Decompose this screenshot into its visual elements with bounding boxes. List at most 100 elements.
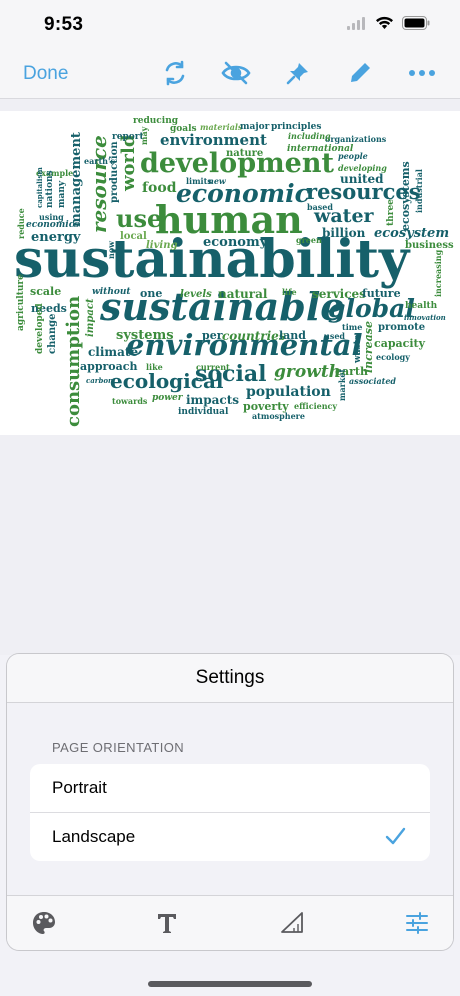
word: climate (88, 345, 139, 359)
word: use (116, 204, 163, 233)
word: major (240, 122, 270, 132)
sliders-icon[interactable] (402, 908, 432, 938)
word: new (208, 176, 226, 186)
word: ecosystems (399, 161, 412, 231)
word: approach (80, 360, 138, 373)
word: industrial (414, 169, 424, 213)
eye-slash-icon[interactable] (221, 58, 251, 88)
word: power (152, 393, 183, 403)
option-landscape[interactable]: Landscape (30, 812, 430, 861)
word: per (202, 329, 223, 342)
word: world (118, 134, 139, 191)
pen-icon[interactable] (345, 58, 375, 88)
word: services (312, 287, 366, 301)
more-icon[interactable] (407, 58, 437, 88)
word: based (307, 202, 333, 212)
top-toolbar: Done (0, 50, 460, 99)
option-label: Portrait (52, 778, 107, 797)
word: many (57, 180, 67, 208)
word: now (106, 240, 116, 259)
section-label: PAGE ORIENTATION (52, 740, 185, 755)
word-cloud[interactable]: sustainability sustainable environmental… (0, 111, 460, 435)
word: business (405, 240, 454, 251)
home-indicator[interactable] (148, 981, 312, 987)
word: atmosphere (252, 411, 305, 421)
word: change (47, 313, 58, 354)
option-label: Landscape (52, 827, 136, 846)
word: countries (222, 329, 286, 343)
word: waste (353, 334, 363, 363)
word: carbon (86, 376, 114, 385)
word: living (146, 240, 178, 251)
word: resource (87, 135, 111, 233)
word: individual (178, 407, 229, 417)
word: increase (362, 321, 375, 373)
word: innovation (404, 313, 446, 322)
sheet-header: Settings (7, 654, 453, 703)
word: time (342, 322, 363, 332)
word: life (282, 287, 297, 297)
word: nature (226, 148, 264, 159)
word: local (120, 231, 147, 242)
done-button[interactable]: Done (23, 63, 68, 85)
word: scale (30, 285, 62, 298)
word: natural (218, 287, 268, 301)
word: energy (31, 230, 81, 245)
word: three (386, 199, 396, 226)
word: reduce (16, 208, 26, 239)
signal-icon (347, 16, 365, 30)
sheet-title: Settings (195, 667, 265, 688)
word: without (92, 287, 131, 297)
word: one (140, 287, 163, 300)
word: levels (180, 289, 212, 300)
word: health (405, 301, 438, 311)
word: green (296, 235, 322, 245)
word: using (39, 212, 64, 222)
checkmark-icon (385, 827, 406, 845)
word: market (337, 368, 347, 401)
bottom-tab-bar (7, 895, 453, 950)
word: growth (274, 362, 342, 382)
text-icon[interactable] (152, 908, 182, 938)
orientation-options: Portrait Landscape (30, 764, 430, 861)
word: earth's (84, 156, 115, 166)
option-portrait[interactable]: Portrait (30, 764, 430, 812)
word: goals (170, 124, 197, 134)
status-time: 9:53 (44, 14, 84, 35)
word: management (69, 132, 84, 227)
refresh-icon[interactable] (160, 58, 190, 88)
word: systems (116, 328, 174, 343)
word: including (288, 131, 331, 141)
word: may (139, 126, 149, 145)
pin-icon[interactable] (283, 58, 313, 88)
word: impact (85, 298, 96, 337)
word: future (362, 287, 401, 300)
wifi-icon (376, 16, 393, 29)
word: impacts (186, 393, 240, 407)
word: increasing (433, 249, 443, 297)
word: agriculture (16, 274, 26, 331)
word: united (340, 172, 384, 186)
word: developed (35, 303, 45, 354)
word: nations (45, 170, 55, 208)
word: capacity (374, 337, 425, 350)
word: people (338, 151, 368, 161)
word: population (246, 384, 331, 400)
word: land (279, 329, 306, 342)
palette-icon[interactable] (29, 908, 59, 938)
word: current (196, 362, 230, 372)
word: organizations (325, 134, 387, 144)
word: billion (322, 226, 366, 240)
shape-icon[interactable] (277, 908, 307, 938)
word: ecology (376, 352, 410, 362)
word: economics (26, 220, 80, 230)
word: materials (200, 122, 243, 132)
word: reducing (133, 116, 179, 126)
word: used (324, 331, 346, 341)
settings-sheet: Settings PAGE ORIENTATION Portrait Lands… (7, 654, 453, 950)
word: efficiency (294, 401, 338, 411)
word: capitalism (35, 167, 44, 208)
status-bar: 9:53 (0, 0, 460, 50)
word: like (146, 362, 163, 372)
status-icons (347, 16, 430, 30)
